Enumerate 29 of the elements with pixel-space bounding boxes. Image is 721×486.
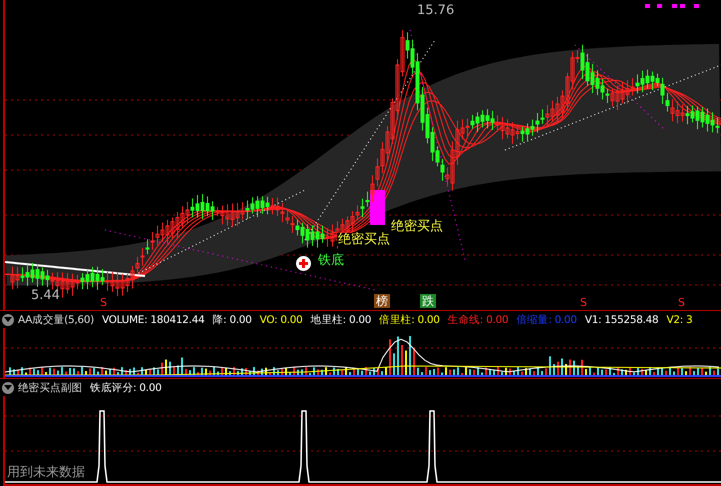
- indicator-reading: 倍里柱: 0.00: [379, 312, 440, 328]
- marker-tag: 榜: [374, 294, 390, 308]
- indicator-reading: 铁底评分: 0.00: [90, 380, 162, 396]
- panel-title: 绝密买点副图: [18, 380, 82, 396]
- sell-mark: S: [678, 297, 685, 308]
- caret-icon: [4, 384, 12, 390]
- plus-icon: [296, 256, 311, 271]
- indicator-reading: 降: 0.00: [212, 312, 252, 328]
- collapse-button[interactable]: [2, 382, 14, 394]
- price-low-label: 5.44: [31, 289, 60, 302]
- sell-mark: S: [580, 297, 587, 308]
- collapse-button[interactable]: [2, 314, 14, 326]
- future-data-note: 用到未来数据: [7, 466, 85, 479]
- indicator-reading: V2: 3: [666, 312, 692, 328]
- signal-bar: [370, 190, 385, 225]
- indicator-reading: 倍缩量: 0.00: [516, 312, 577, 328]
- indicator-reading: VOLUME: 180412.44: [102, 312, 204, 328]
- indicator-reading: 生命线: 0.00: [448, 312, 508, 328]
- caret-icon: [4, 316, 12, 322]
- signal-label: 铁底: [317, 254, 345, 267]
- sell-mark: S: [100, 297, 107, 308]
- signal-label: 绝密买点: [337, 233, 391, 246]
- indicator-reading: VO: 0.00: [260, 312, 303, 328]
- indicator-reading: V1: 155258.48: [584, 312, 658, 328]
- marker-tag: 跌: [420, 294, 436, 308]
- indicator-reading: 地里柱: 0.00: [310, 312, 372, 328]
- price-high-label: 15.76: [417, 4, 454, 17]
- panel-title: AA成交量(5,60): [18, 312, 94, 328]
- signal-label: 绝密买点: [390, 220, 444, 233]
